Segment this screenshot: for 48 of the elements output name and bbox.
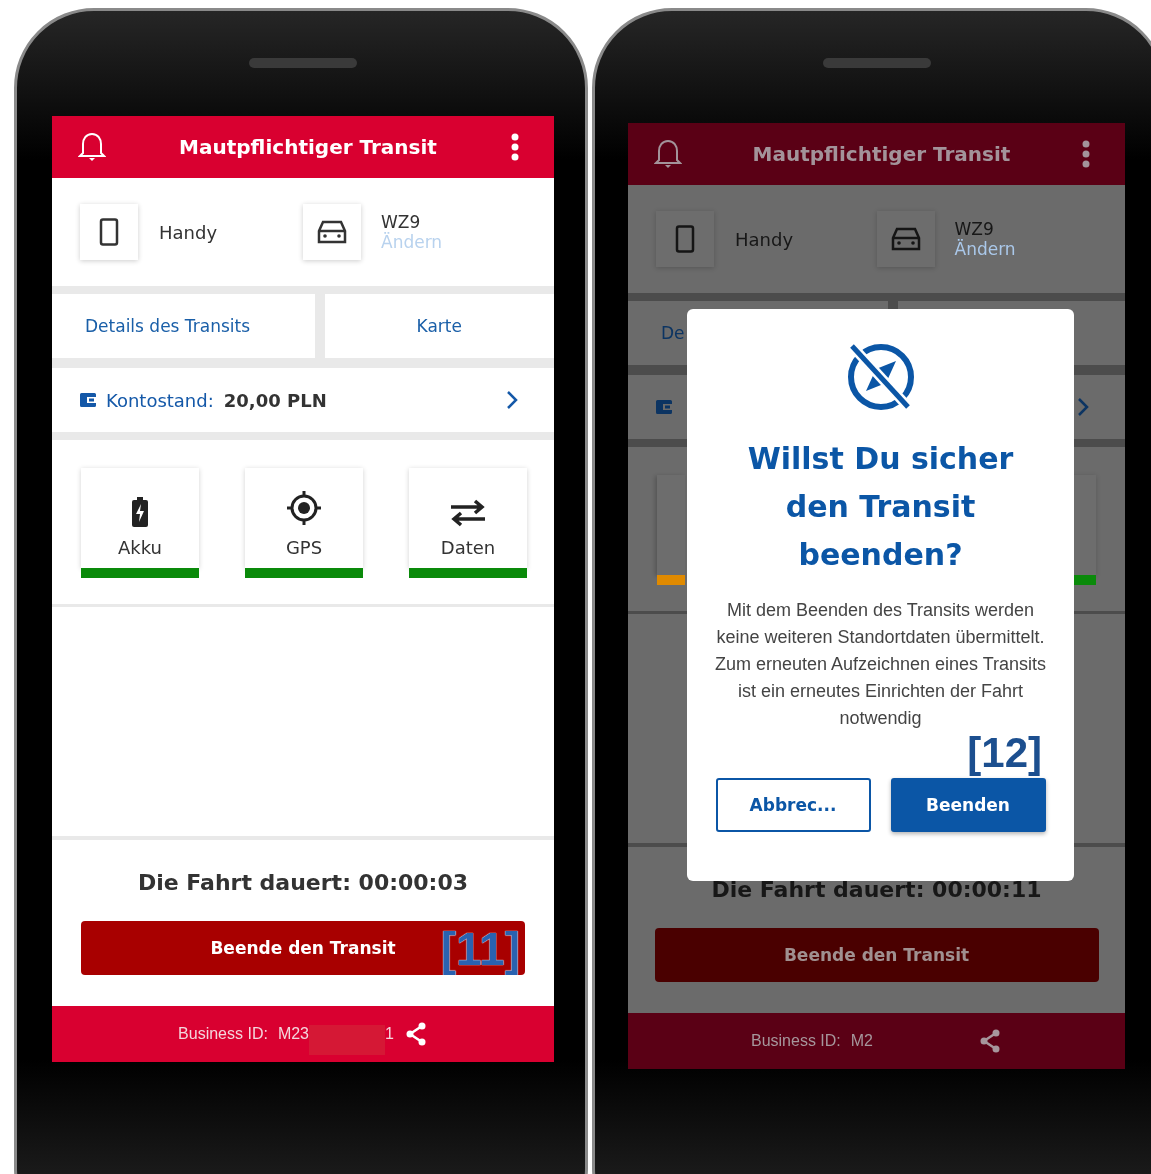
wallet-icon [656,400,672,414]
wallet-icon [80,393,96,407]
business-id: M2 [850,1032,873,1050]
tab[interactable]: Details des Transits [52,294,315,358]
tab[interactable]: Karte [324,294,554,358]
vehicle-tile[interactable] [876,211,935,267]
status-card[interactable]: Daten [409,468,527,568]
status-label: Akku [118,537,162,558]
trip-duration: Die Fahrt dauert: 00:00:03 [137,870,469,895]
status-card[interactable]: Akku [81,468,199,568]
business-id-label: Business ID: [750,1032,841,1050]
business-id-end: 1 [385,1025,394,1043]
battery-charging-icon [131,497,149,527]
end-transit-button[interactable]: Beende den Transit [654,928,1099,982]
trip-duration: Die Fahrt dauert: 00:00:11 [711,877,1042,902]
status-card[interactable]: GPS [245,468,363,568]
app-title: Mautpflichtiger Transit [751,142,1012,166]
balance-value: 20,00 PLN [223,389,327,411]
dialog-message: Mit dem Beenden des Transits werden keine weiteren Standortdaten übermittelt. Zum erneuten Aufzeichnen eines Transits ist ein erneutes Einrichten der Fahrt notwendig [713,599,1048,730]
app-title: Mautpflichtiger Transit [178,135,438,159]
business-id: M23 [277,1025,309,1043]
balance-label: Kontostand: [106,389,214,411]
swap-arrows-icon [449,499,487,527]
confirm-button[interactable]: Beenden [890,778,1046,832]
chevron-right-icon[interactable] [506,390,518,410]
callout-label: [12] [967,732,1042,774]
car-icon [316,219,348,245]
dialog-title: Willst Du sicher den Transit beenden? [746,440,1015,574]
device-label: Handy [159,221,218,243]
license-plate: WZ9 [954,219,995,239]
share-icon[interactable] [978,1029,1002,1053]
cancel-button[interactable]: Abbrec... [715,778,871,832]
status-label: Daten [440,537,496,558]
license-plate: WZ9 [381,212,422,232]
device-label: Handy [735,228,794,250]
smartphone-icon [675,225,695,253]
gps-target-icon [285,489,323,527]
business-id-label: Business ID: [178,1025,268,1043]
menu-icon[interactable] [1081,140,1091,168]
phone-tile[interactable] [80,204,138,260]
phone-tile[interactable] [656,211,714,267]
vehicle-tile[interactable] [303,204,361,260]
bell-icon[interactable] [654,138,682,170]
smartphone-icon [99,218,119,246]
status-label: GPS [285,537,323,558]
bell-icon[interactable] [78,131,106,163]
menu-icon[interactable] [510,133,520,161]
car-icon [889,226,922,252]
